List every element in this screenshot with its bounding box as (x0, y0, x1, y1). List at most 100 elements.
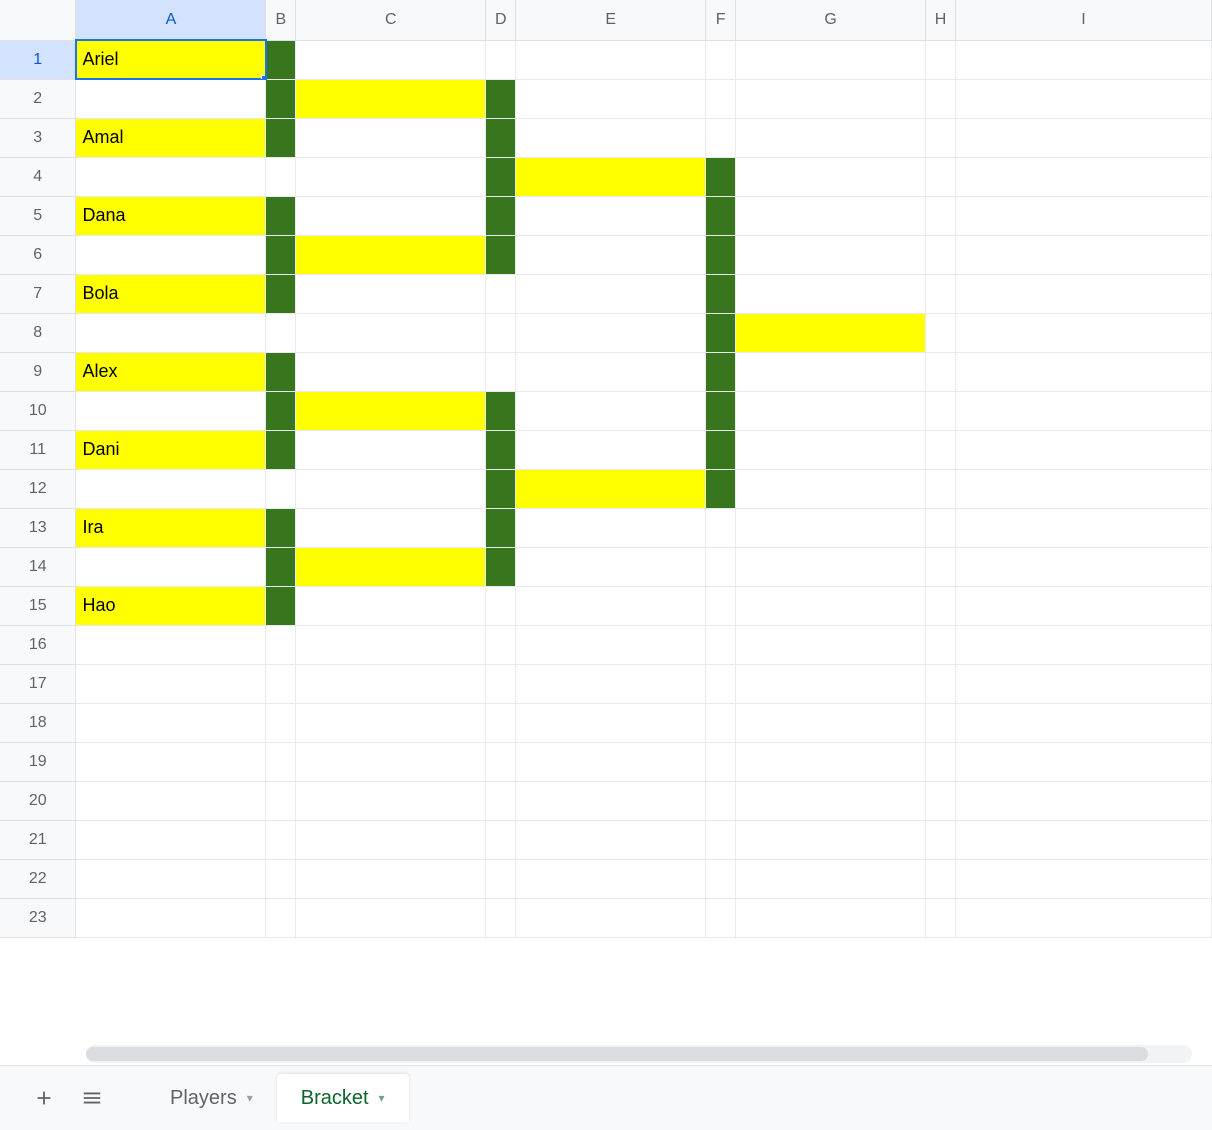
cell-E8[interactable] (516, 313, 706, 352)
cell-B8[interactable] (266, 313, 296, 352)
cell-H14[interactable] (926, 547, 956, 586)
cell-E9[interactable] (516, 352, 706, 391)
cell-F20[interactable] (706, 781, 736, 820)
cell-F14[interactable] (706, 547, 736, 586)
cell-D9[interactable] (486, 352, 516, 391)
cell-H23[interactable] (926, 898, 956, 937)
cell-D18[interactable] (486, 703, 516, 742)
cell-B14[interactable] (266, 547, 296, 586)
cell-H10[interactable] (926, 391, 956, 430)
cell-C13[interactable] (296, 508, 486, 547)
row-header-7[interactable]: 7 (0, 274, 76, 313)
row-header-19[interactable]: 19 (0, 742, 76, 781)
cell-G19[interactable] (736, 742, 926, 781)
cell-H20[interactable] (926, 781, 956, 820)
cell-I5[interactable] (956, 196, 1212, 235)
cell-F21[interactable] (706, 820, 736, 859)
row-header-15[interactable]: 15 (0, 586, 76, 625)
row-header-14[interactable]: 14 (0, 547, 76, 586)
cell-D23[interactable] (486, 898, 516, 937)
cell-C5[interactable] (296, 196, 486, 235)
row-header-4[interactable]: 4 (0, 157, 76, 196)
cell-D14[interactable] (486, 547, 516, 586)
cell-E13[interactable] (516, 508, 706, 547)
cell-I11[interactable] (956, 430, 1212, 469)
cell-D5[interactable] (486, 196, 516, 235)
cell-G16[interactable] (736, 625, 926, 664)
cell-A15[interactable]: Hao (76, 586, 266, 625)
cell-I16[interactable] (956, 625, 1212, 664)
row-header-8[interactable]: 8 (0, 313, 76, 352)
cell-C19[interactable] (296, 742, 486, 781)
cell-A11[interactable]: Dani (76, 430, 266, 469)
cell-I19[interactable] (956, 742, 1212, 781)
cell-C20[interactable] (296, 781, 486, 820)
cell-D15[interactable] (486, 586, 516, 625)
cell-C12[interactable] (296, 469, 486, 508)
row-header-22[interactable]: 22 (0, 859, 76, 898)
column-header-F[interactable]: F (706, 0, 736, 40)
cell-A20[interactable] (76, 781, 266, 820)
row-header-12[interactable]: 12 (0, 469, 76, 508)
cell-H2[interactable] (926, 79, 956, 118)
cell-D3[interactable] (486, 118, 516, 157)
cell-A7[interactable]: Bola (76, 274, 266, 313)
cell-A13[interactable]: Ira (76, 508, 266, 547)
cell-F4[interactable] (706, 157, 736, 196)
cell-H1[interactable] (926, 40, 956, 79)
cell-C1[interactable] (296, 40, 486, 79)
cell-B23[interactable] (266, 898, 296, 937)
cell-I20[interactable] (956, 781, 1212, 820)
cell-E14[interactable] (516, 547, 706, 586)
cell-E11[interactable] (516, 430, 706, 469)
cell-E6[interactable] (516, 235, 706, 274)
cell-G18[interactable] (736, 703, 926, 742)
cell-C3[interactable] (296, 118, 486, 157)
cell-H15[interactable] (926, 586, 956, 625)
cell-G12[interactable] (736, 469, 926, 508)
cell-D17[interactable] (486, 664, 516, 703)
cell-E15[interactable] (516, 586, 706, 625)
cell-A3[interactable]: Amal (76, 118, 266, 157)
cell-G3[interactable] (736, 118, 926, 157)
cell-A8[interactable] (76, 313, 266, 352)
cell-H19[interactable] (926, 742, 956, 781)
cell-D7[interactable] (486, 274, 516, 313)
cell-B11[interactable] (266, 430, 296, 469)
cell-H18[interactable] (926, 703, 956, 742)
cell-G1[interactable] (736, 40, 926, 79)
cell-B12[interactable] (266, 469, 296, 508)
cell-G6[interactable] (736, 235, 926, 274)
cell-D4[interactable] (486, 157, 516, 196)
cell-I18[interactable] (956, 703, 1212, 742)
cell-F23[interactable] (706, 898, 736, 937)
column-header-B[interactable]: B (266, 0, 296, 40)
row-header-17[interactable]: 17 (0, 664, 76, 703)
cell-C11[interactable] (296, 430, 486, 469)
row-header-21[interactable]: 21 (0, 820, 76, 859)
cell-C14[interactable] (296, 547, 486, 586)
cell-G5[interactable] (736, 196, 926, 235)
cell-C9[interactable] (296, 352, 486, 391)
cell-C4[interactable] (296, 157, 486, 196)
cell-B13[interactable] (266, 508, 296, 547)
cell-E1[interactable] (516, 40, 706, 79)
chevron-down-icon[interactable]: ▾ (379, 1091, 385, 1105)
cell-C18[interactable] (296, 703, 486, 742)
cell-C17[interactable] (296, 664, 486, 703)
cell-I6[interactable] (956, 235, 1212, 274)
cell-A5[interactable]: Dana (76, 196, 266, 235)
cell-F2[interactable] (706, 79, 736, 118)
cell-F12[interactable] (706, 469, 736, 508)
cell-B21[interactable] (266, 820, 296, 859)
cell-B18[interactable] (266, 703, 296, 742)
cell-C21[interactable] (296, 820, 486, 859)
cell-B2[interactable] (266, 79, 296, 118)
cell-C22[interactable] (296, 859, 486, 898)
cell-I4[interactable] (956, 157, 1212, 196)
cell-A1[interactable]: Ariel (76, 40, 266, 79)
cell-A12[interactable] (76, 469, 266, 508)
chevron-down-icon[interactable]: ▾ (247, 1091, 253, 1105)
cell-A17[interactable] (76, 664, 266, 703)
select-all-cell[interactable] (0, 0, 76, 40)
